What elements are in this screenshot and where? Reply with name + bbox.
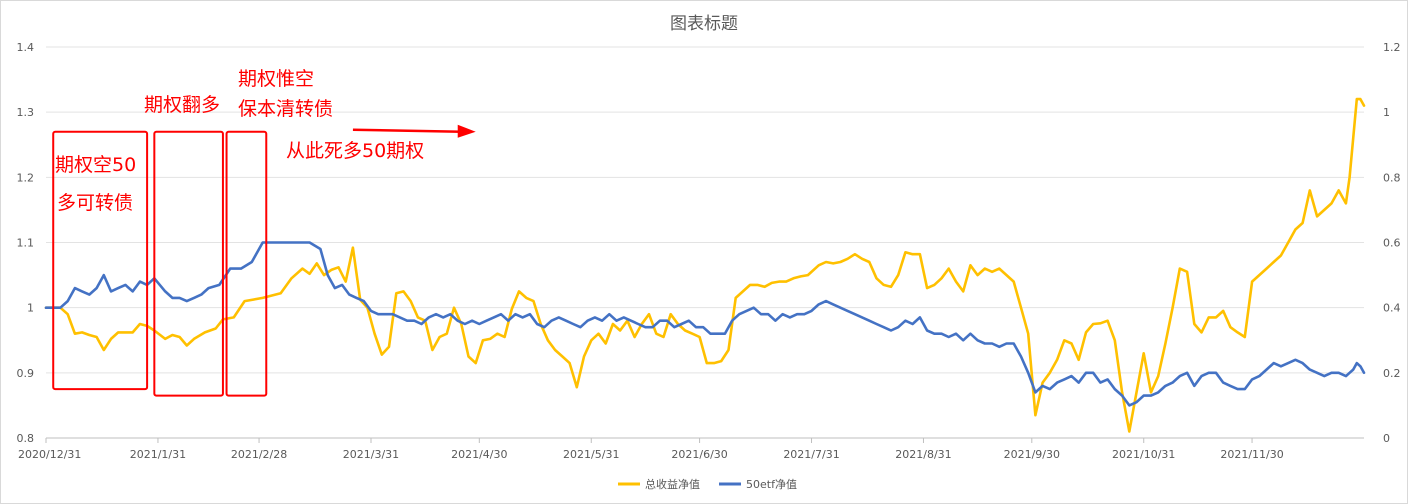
y-left-tick-label: 0.8 <box>17 432 35 445</box>
x-tick-label: 2021/9/30 <box>1004 448 1060 461</box>
x-tick-label: 2021/1/31 <box>130 448 186 461</box>
chart-title: 图表标题 <box>670 14 738 34</box>
annotation-text: 期权空50 <box>55 154 136 176</box>
y-right-tick-label: 0.2 <box>1383 367 1401 380</box>
y-left-tick-label: 1 <box>27 302 34 315</box>
annotation-text: 保本清转债 <box>238 98 333 120</box>
annotation-text: 期权翻多 <box>144 94 220 116</box>
series-line-2 <box>44 241 1366 407</box>
y-left-tick-label: 1.2 <box>17 171 35 184</box>
y-left-tick-label: 0.9 <box>17 367 35 380</box>
line-chart: 图表标题 0.8 0.9 1 1.1 1.2 1.3 1.4 0 0.2 0.4 0.6 0.8 1 1.2… <box>17 14 1401 491</box>
y-right-tick-label: 0.8 <box>1383 171 1401 184</box>
x-tick-label: 2021/4/30 <box>451 448 507 461</box>
x-tick-label: 2021/11/30 <box>1220 448 1283 461</box>
y-right-tick-label: 0 <box>1383 432 1390 445</box>
x-tick-label: 2021/2/28 <box>231 448 287 461</box>
chart-container: 图表标题 0.8 0.9 1 1.1 1.2 1.3 1.4 0 0.2 0.4 0.6 0.8 1 1.2… <box>0 0 1408 504</box>
y-left-tick-label: 1.3 <box>17 106 35 119</box>
x-tick-label: 2021/5/31 <box>563 448 619 461</box>
series-line-1 <box>44 97 1366 433</box>
y-right-tick-label: 0.4 <box>1383 302 1401 315</box>
x-tick-label: 2021/3/31 <box>343 448 399 461</box>
x-tick-label: 2021/10/31 <box>1112 448 1175 461</box>
legend-label-1: 总收益净值 <box>645 477 700 491</box>
legend-label-2: 50etf净值 <box>746 477 797 491</box>
x-tick-label: 2020/12/31 <box>18 448 81 461</box>
y-left-tick-label: 1.4 <box>17 41 35 54</box>
x-tick-label: 2021/8/31 <box>895 448 951 461</box>
annotation-box-3 <box>225 130 268 397</box>
y-left-tick-label: 1.1 <box>17 237 35 250</box>
annotation-arrow-head <box>457 124 476 138</box>
y-right-tick-label: 0.6 <box>1383 237 1401 250</box>
y-right-tick-label: 1 <box>1383 106 1390 119</box>
annotation-arrow-shaft <box>352 128 462 133</box>
annotation-box-2 <box>153 130 224 397</box>
x-tick-label: 2021/7/31 <box>783 448 839 461</box>
x-tick-label: 2021/6/30 <box>671 448 727 461</box>
annotation-text: 期权惟空 <box>238 68 314 90</box>
y-right-tick-label: 1.2 <box>1383 41 1401 54</box>
annotation-text: 多可转债 <box>57 192 133 214</box>
annotation-text: 从此死多50期权 <box>286 140 424 162</box>
